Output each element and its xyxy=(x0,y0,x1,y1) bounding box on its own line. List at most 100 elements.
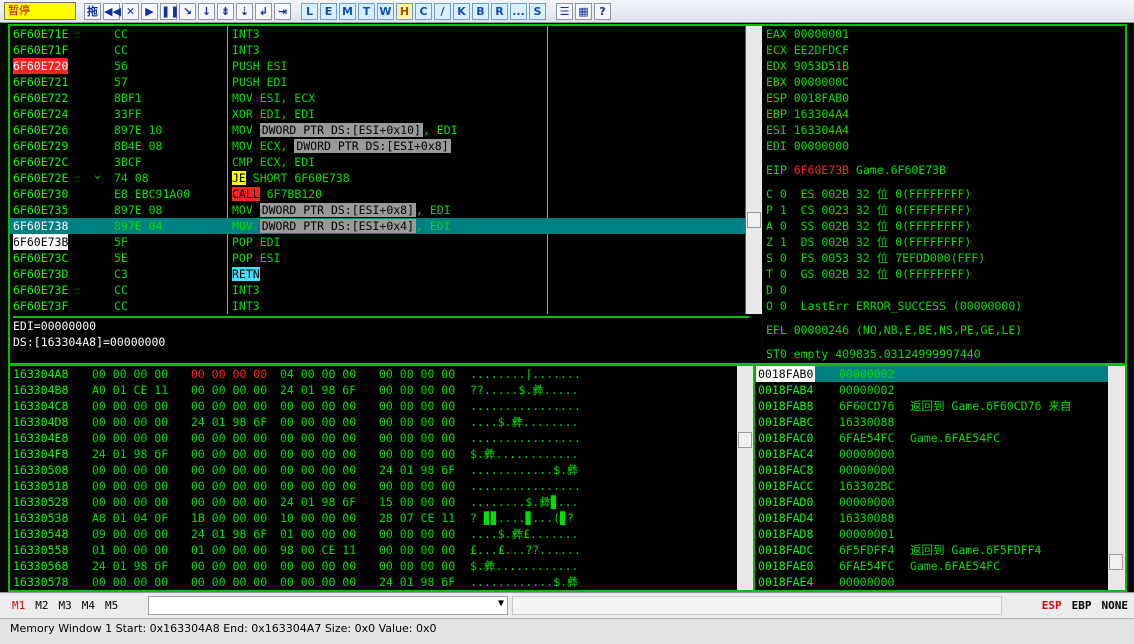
register-line[interactable]: EDX 9053D51B xyxy=(766,58,1125,74)
flag-line[interactable]: S 0 FS 0053 32 位 7EFDD000(FFF) xyxy=(766,250,1125,266)
stack-row[interactable]: 0018FACC 163302BC xyxy=(755,478,1111,494)
base-option-esp[interactable]: ESP xyxy=(1042,599,1062,612)
flag-line[interactable]: T 0 GS 002B 32 位 0(FFFFFFFF) xyxy=(766,266,1125,282)
register-line[interactable]: ECX EE2DFDCF xyxy=(766,42,1125,58)
window-button-/[interactable]: / xyxy=(434,2,451,20)
memory-tab-m4[interactable]: M4 xyxy=(82,599,95,612)
window-button-R[interactable]: R xyxy=(491,2,508,20)
register-line[interactable]: EBX 0000000C xyxy=(766,74,1125,90)
toolbar-button[interactable]: ↓ xyxy=(198,2,215,20)
disasm-row[interactable]: 6F60E71F CC INT3 xyxy=(10,42,745,58)
disasm-row[interactable]: 6F60E724 33FF XOR EDI, EDI xyxy=(10,106,745,122)
disassembly-scrollbar[interactable] xyxy=(746,26,762,314)
disasm-row[interactable]: 6F60E735 897E 08 MOV DWORD PTR DS:[ESI+0x8… xyxy=(10,202,745,218)
base-option-ebp[interactable]: EBP xyxy=(1072,599,1092,612)
base-option-none[interactable]: NONE xyxy=(1102,599,1129,612)
window-button-S[interactable]: S xyxy=(529,2,546,20)
register-line[interactable]: EBP 163304A4 xyxy=(766,106,1125,122)
register-line[interactable]: EAX 00000001 xyxy=(766,26,1125,42)
memory-dump-pane[interactable]: 163304A8 00 00 00 00 00 00 00 00 04 00 00 0… xyxy=(10,366,750,590)
disasm-row[interactable]: 6F60E722 8BF1 MOV ESI, ECX xyxy=(10,90,745,106)
stack-pane[interactable]: 0018FAB0 00000002 0018FAB4 00000002 0018FAB8… xyxy=(755,366,1111,590)
disasm-row[interactable]: 6F60E730 E8 EBC91A00 CALL 6F7BB120 xyxy=(10,186,745,202)
toolbar-button[interactable]: ↲ xyxy=(255,2,272,20)
disassembly-pane[interactable]: 6F60E71E CC INT3 6F60E71F CC INT3 6F60E720 56 PU… xyxy=(10,26,746,314)
dump-row[interactable]: 16330528 00 00 00 00 00 00 00 00 24 01 98 6… xyxy=(10,494,750,510)
toolbar-button[interactable]: 拖 xyxy=(84,2,101,20)
window-button-M[interactable]: M xyxy=(339,2,356,20)
stack-row[interactable]: 0018FADC 6F5FDFF4 返回到 Game.6F5FDFF4 xyxy=(755,542,1111,558)
window-button-C[interactable]: C xyxy=(415,2,432,20)
memory-tab-m2[interactable]: M2 xyxy=(35,599,48,612)
toolbar-button[interactable]: ⇥ xyxy=(274,2,291,20)
fpu-line[interactable]: ST0 empty 409835.03124999997440 xyxy=(766,346,1125,362)
window-button-W[interactable]: W xyxy=(377,2,394,20)
disasm-row[interactable]: 6F60E73D C3 RETN xyxy=(10,266,745,282)
stack-row[interactable]: 0018FAC4 00000000 xyxy=(755,446,1111,462)
scroll-thumb[interactable] xyxy=(1109,554,1123,570)
toolbar-button[interactable]: ✕ xyxy=(122,2,139,20)
flag-line[interactable]: O 0 LastErr ERROR_SUCCESS (00000000) xyxy=(766,298,1125,314)
eip-line[interactable]: EIP 6F60E73B Game.6F60E73B xyxy=(766,162,1125,178)
stack-row[interactable]: 0018FAD8 00000001 xyxy=(755,526,1111,542)
window-button-...[interactable]: ... xyxy=(510,2,527,20)
register-line[interactable]: ESI 163304A4 xyxy=(766,122,1125,138)
stack-row[interactable]: 0018FAD4 16330088 xyxy=(755,510,1111,526)
dump-row[interactable]: 16330508 00 00 00 00 00 00 00 00 00 00 00 0… xyxy=(10,462,750,478)
toolbar-extra-button[interactable]: ☰ xyxy=(556,2,573,20)
stack-row[interactable]: 0018FABC 16330088 xyxy=(755,414,1111,430)
disasm-row[interactable]: 6F60E721 57 PUSH EDI xyxy=(10,74,745,90)
toolbar-button[interactable]: ❚❚ xyxy=(160,2,179,20)
memory-tab-m1[interactable]: M1 xyxy=(12,599,25,612)
register-line[interactable]: EDI 00000000 xyxy=(766,138,1125,154)
disasm-row[interactable]: 6F60E738 897E 04 MOV DWORD PTR DS:[ESI+0x4… xyxy=(10,218,745,234)
dump-row[interactable]: 16330558 01 00 00 00 01 00 00 00 98 00 CE 1… xyxy=(10,542,750,558)
stack-row[interactable]: 0018FAE0 6FAE54FC Game.6FAE54FC xyxy=(755,558,1111,574)
dump-row[interactable]: 16330568 24 01 98 6F 00 00 00 00 00 00 00 0… xyxy=(10,558,750,574)
toolbar-button[interactable]: ⇟ xyxy=(217,2,234,20)
dump-row[interactable]: 16330548 09 00 00 00 24 01 98 6F 01 00 00 0… xyxy=(10,526,750,542)
window-button-H[interactable]: H xyxy=(396,2,413,20)
dump-row[interactable]: 163304F8 24 01 98 6F 00 00 00 00 00 00 00 0… xyxy=(10,446,750,462)
memory-tab-m3[interactable]: M3 xyxy=(59,599,72,612)
toolbar-button[interactable]: ⇣ xyxy=(236,2,253,20)
window-button-L[interactable]: L xyxy=(301,2,318,20)
stack-row[interactable]: 0018FAD0 00000000 xyxy=(755,494,1111,510)
flag-line[interactable]: P 1 CS 0023 32 位 0(FFFFFFFF) xyxy=(766,202,1125,218)
dropdown-arrow-icon[interactable]: ▼ xyxy=(498,598,504,609)
disasm-row[interactable]: 6F60E71E CC INT3 xyxy=(10,26,745,42)
dump-scrollbar[interactable] xyxy=(737,366,753,590)
stack-row[interactable]: 0018FAC0 6FAE54FC Game.6FAE54FC xyxy=(755,430,1111,446)
disasm-row[interactable]: 6F60E73E CC INT3 xyxy=(10,282,745,298)
disasm-row[interactable]: 6F60E72C 3BCF CMP ECX, EDI xyxy=(10,154,745,170)
disasm-row[interactable]: 6F60E72E ⌄ 74 08 JE SHORT 6F60E738 xyxy=(10,167,745,186)
window-button-K[interactable]: K xyxy=(453,2,470,20)
dump-row[interactable]: 16330518 00 00 00 00 00 00 00 00 00 00 00 0… xyxy=(10,478,750,494)
window-button-E[interactable]: E xyxy=(320,2,337,20)
dump-row[interactable]: 163304B8 A0 01 CE 11 00 00 00 00 24 01 98 6… xyxy=(10,382,750,398)
dump-row[interactable]: 16330578 00 00 00 00 00 00 00 00 00 00 00 0… xyxy=(10,574,750,590)
dump-row[interactable]: 163304C8 00 00 00 00 00 00 00 00 00 00 00 0… xyxy=(10,398,750,414)
dump-row[interactable]: 163304E8 00 00 00 00 00 00 00 00 00 00 00 0… xyxy=(10,430,750,446)
disasm-row[interactable]: 6F60E729 8B4E 08 MOV ECX, DWORD PTR DS:[ES… xyxy=(10,138,745,154)
efl-line[interactable]: EFL 00000246 (NO,NB,E,BE,NS,PE,GE,LE) xyxy=(766,322,1125,338)
toolbar-extra-button[interactable]: ▦ xyxy=(575,2,592,20)
toolbar-button[interactable]: ▶ xyxy=(141,2,158,20)
flag-line[interactable]: D 0 xyxy=(766,282,1125,298)
registers-pane[interactable]: EAX 00000001 ECX EE2DFDCF EDX 9053D51B EBX … xyxy=(763,26,1125,363)
flag-line[interactable]: Z 1 DS 002B 32 位 0(FFFFFFFF) xyxy=(766,234,1125,250)
stack-row[interactable]: 0018FAC8 00000000 xyxy=(755,462,1111,478)
toolbar-button[interactable]: ◀◀ xyxy=(103,2,121,20)
disasm-row[interactable]: 6F60E726 897E 10 MOV DWORD PTR DS:[ESI+0x1… xyxy=(10,122,745,138)
disasm-row[interactable]: 6F60E73B 5F POP EDI xyxy=(10,234,745,250)
window-button-T[interactable]: T xyxy=(358,2,375,20)
dump-row[interactable]: 16330538 A8 01 04 0F 1B 00 00 00 10 00 00 0… xyxy=(10,510,750,526)
dump-row[interactable]: 163304D8 00 00 00 00 24 01 98 6F 00 00 00 0… xyxy=(10,414,750,430)
stack-row[interactable]: 0018FAB8 6F60CD76 返回到 Game.6F60CD76 来自 xyxy=(755,398,1111,414)
scroll-thumb[interactable] xyxy=(747,212,761,228)
stack-row[interactable]: 0018FAE4 00000000 xyxy=(755,574,1111,590)
stack-scrollbar[interactable] xyxy=(1108,366,1125,590)
flag-line[interactable]: C 0 ES 002B 32 位 0(FFFFFFFF) xyxy=(766,186,1125,202)
disasm-row[interactable]: 6F60E73C 5E POP ESI xyxy=(10,250,745,266)
window-button-B[interactable]: B xyxy=(472,2,489,20)
